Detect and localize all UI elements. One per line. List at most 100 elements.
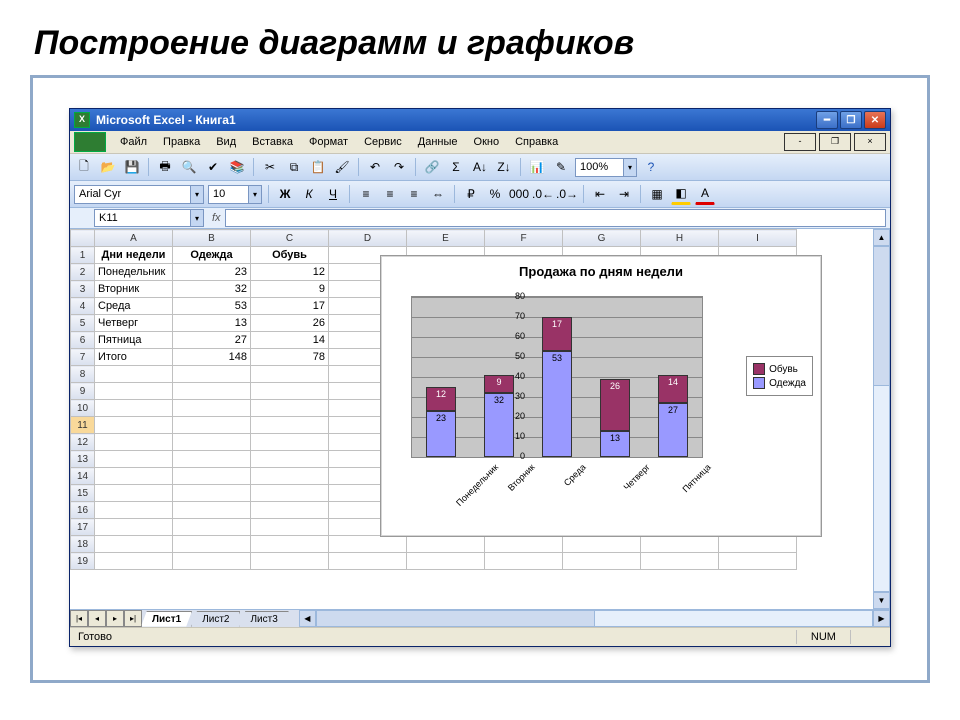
cell[interactable] <box>251 502 329 519</box>
row-header[interactable]: 14 <box>71 468 95 485</box>
cell[interactable] <box>95 383 173 400</box>
menu-edit[interactable]: Правка <box>155 134 208 150</box>
cell[interactable] <box>173 400 251 417</box>
cell[interactable] <box>563 553 641 570</box>
fill-color-icon[interactable]: ◧ <box>671 183 691 205</box>
cell[interactable] <box>641 536 719 553</box>
cell[interactable] <box>95 451 173 468</box>
row-header[interactable]: 10 <box>71 400 95 417</box>
row-header[interactable]: 6 <box>71 332 95 349</box>
menu-tools[interactable]: Сервис <box>356 134 410 150</box>
menu-view[interactable]: Вид <box>208 134 244 150</box>
menu-format[interactable]: Формат <box>301 134 356 150</box>
sort-desc-icon[interactable]: Z↓ <box>494 157 514 177</box>
drawing-icon[interactable]: ✎ <box>551 157 571 177</box>
embedded-chart[interactable]: Продажа по дням недели 23123295317132627… <box>380 255 822 537</box>
tab-nav-first-icon[interactable]: |◂ <box>70 610 88 627</box>
column-header[interactable]: D <box>329 230 407 247</box>
cell[interactable]: 17 <box>251 298 329 315</box>
decrease-indent-icon[interactable]: ⇤ <box>590 184 610 204</box>
cell[interactable]: Среда <box>95 298 173 315</box>
close-button[interactable]: ✕ <box>864 111 886 129</box>
cell[interactable] <box>173 485 251 502</box>
row-header[interactable]: 4 <box>71 298 95 315</box>
dropdown-icon[interactable]: ▾ <box>623 159 636 176</box>
cell[interactable] <box>251 383 329 400</box>
doc-close-button[interactable]: × <box>854 133 886 151</box>
undo-icon[interactable]: ↶ <box>365 157 385 177</box>
column-header[interactable]: C <box>251 230 329 247</box>
copy-icon[interactable]: ⧉ <box>284 157 304 177</box>
dropdown-icon[interactable]: ▾ <box>190 186 203 203</box>
row-header[interactable]: 16 <box>71 502 95 519</box>
scroll-left-icon[interactable]: ◀ <box>299 610 316 627</box>
align-center-icon[interactable]: ≡ <box>380 184 400 204</box>
row-header[interactable]: 9 <box>71 383 95 400</box>
sheet-tab[interactable]: Лист3 <box>239 611 288 627</box>
sort-asc-icon[interactable]: A↓ <box>470 157 490 177</box>
increase-indent-icon[interactable]: ⇥ <box>614 184 634 204</box>
cell[interactable] <box>407 553 485 570</box>
align-right-icon[interactable]: ≡ <box>404 184 424 204</box>
cell[interactable] <box>251 536 329 553</box>
menu-help[interactable]: Справка <box>507 134 566 150</box>
row-header[interactable]: 19 <box>71 553 95 570</box>
cell[interactable] <box>173 434 251 451</box>
scroll-right-icon[interactable]: ▶ <box>873 610 890 627</box>
cell[interactable]: 27 <box>173 332 251 349</box>
cell[interactable] <box>251 417 329 434</box>
column-header[interactable]: G <box>563 230 641 247</box>
cell[interactable] <box>173 502 251 519</box>
tab-nav-prev-icon[interactable]: ◂ <box>88 610 106 627</box>
cell[interactable] <box>251 519 329 536</box>
menu-insert[interactable]: Вставка <box>244 134 301 150</box>
horizontal-scrollbar[interactable]: ◀ ▶ <box>299 610 890 627</box>
redo-icon[interactable]: ↷ <box>389 157 409 177</box>
formula-input[interactable] <box>225 209 886 227</box>
cell[interactable] <box>173 553 251 570</box>
cell[interactable]: 12 <box>251 264 329 281</box>
row-header[interactable]: 7 <box>71 349 95 366</box>
row-header[interactable]: 11 <box>71 417 95 434</box>
format-painter-icon[interactable]: 🖌 <box>332 157 352 177</box>
row-header[interactable]: 18 <box>71 536 95 553</box>
cell[interactable]: 9 <box>251 281 329 298</box>
cell[interactable] <box>95 400 173 417</box>
row-header[interactable]: 1 <box>71 247 95 264</box>
autosum-icon[interactable]: Σ <box>446 157 466 177</box>
fx-icon[interactable]: fx <box>212 212 221 224</box>
row-header[interactable]: 2 <box>71 264 95 281</box>
increase-decimal-icon[interactable]: .0← <box>533 184 553 204</box>
scroll-down-icon[interactable]: ▼ <box>873 592 890 609</box>
new-icon[interactable]: 🗋 <box>74 157 94 177</box>
name-box[interactable]: K11 ▾ <box>94 209 204 227</box>
paste-icon[interactable]: 📋 <box>308 157 328 177</box>
row-header[interactable]: 8 <box>71 366 95 383</box>
cell[interactable] <box>485 553 563 570</box>
cell[interactable] <box>329 536 407 553</box>
dropdown-icon[interactable]: ▾ <box>248 186 261 203</box>
currency-icon[interactable]: ₽ <box>461 184 481 204</box>
help-icon[interactable]: ? <box>641 157 661 177</box>
decrease-decimal-icon[interactable]: .0→ <box>557 184 577 204</box>
cell[interactable] <box>329 553 407 570</box>
row-header[interactable]: 12 <box>71 434 95 451</box>
tab-nav-next-icon[interactable]: ▸ <box>106 610 124 627</box>
font-select[interactable]: Arial Cyr ▾ <box>74 185 204 204</box>
cell[interactable] <box>251 451 329 468</box>
cell[interactable]: Пятница <box>95 332 173 349</box>
menu-window[interactable]: Окно <box>466 134 508 150</box>
menu-data[interactable]: Данные <box>410 134 466 150</box>
cell[interactable] <box>173 366 251 383</box>
cell[interactable]: Одежда <box>173 247 251 264</box>
sheet-tab[interactable]: Лист2 <box>191 611 240 627</box>
cell[interactable]: Дни недели <box>95 247 173 264</box>
cell[interactable] <box>95 553 173 570</box>
cell[interactable]: 26 <box>251 315 329 332</box>
column-header[interactable]: A <box>95 230 173 247</box>
doc-restore-button[interactable]: ❐ <box>819 133 851 151</box>
save-icon[interactable]: 💾 <box>122 157 142 177</box>
row-header[interactable]: 15 <box>71 485 95 502</box>
cell[interactable] <box>719 536 797 553</box>
cell[interactable] <box>251 366 329 383</box>
